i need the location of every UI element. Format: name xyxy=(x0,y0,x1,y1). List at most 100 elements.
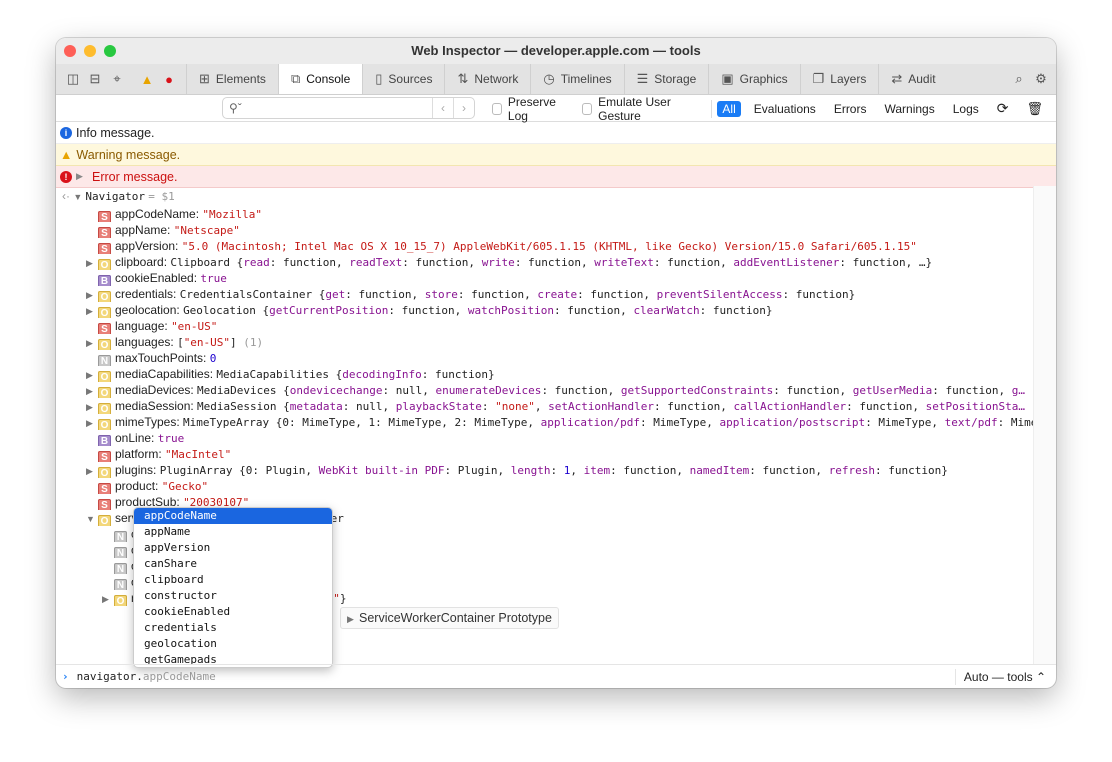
title-bar: Web Inspector — developer.apple.com — to… xyxy=(56,38,1056,64)
disclosure-triangle-icon[interactable]: ▶ xyxy=(86,335,98,350)
value-token: setPositionSta… xyxy=(925,400,1025,413)
autocomplete-item[interactable]: appCodeName xyxy=(134,508,332,524)
disclosure-triangle-icon[interactable]: ▶ xyxy=(86,255,98,270)
error-count-icon[interactable]: ● xyxy=(158,64,180,94)
property-row-onLine[interactable]: BonLine: true xyxy=(86,430,1033,446)
dock-bottom-icon[interactable]: ⊟ xyxy=(84,64,106,94)
clear-log-trash-icon[interactable]: 🗑 xyxy=(1022,100,1049,118)
minimize-window-button[interactable] xyxy=(84,45,96,57)
scrollbar[interactable] xyxy=(1033,186,1056,664)
reload-icon[interactable]: ⟳ xyxy=(992,99,1014,118)
root-alias: = $1 xyxy=(148,190,175,203)
inspect-element-icon[interactable]: ⌖ xyxy=(106,64,128,94)
dock-side-icon[interactable]: ◫ xyxy=(62,64,84,94)
search-icon[interactable]: ⌕ xyxy=(1008,64,1030,94)
value-token: MediaSession { xyxy=(197,400,290,413)
tab-audit[interactable]: ⇄ Audit xyxy=(878,64,947,94)
previous-match-button[interactable]: ‹ xyxy=(432,98,453,118)
console-search-input[interactable]: ⚲ˇ ‹ › xyxy=(222,97,475,119)
property-row-language[interactable]: Slanguage: "en-US" xyxy=(86,318,1033,334)
filter-logs[interactable]: Logs xyxy=(948,101,984,117)
autocomplete-item[interactable]: cookieEnabled xyxy=(134,604,332,620)
tab-storage[interactable]: ☰ Storage xyxy=(623,64,709,94)
type-badge-B: B xyxy=(98,435,111,446)
disclosure-triangle-icon[interactable]: ▼ xyxy=(86,511,98,526)
value-token: Clipboard { xyxy=(170,256,244,269)
property-row-plugins[interactable]: ▶ Oplugins: PluginArray {0: Plugin, WebKi… xyxy=(86,462,1033,478)
disclosure-triangle-icon[interactable]: ▶ xyxy=(86,367,98,382)
type-badge-N: N xyxy=(114,547,127,558)
property-value: "Netscape" xyxy=(174,224,240,237)
property-row-appVersion[interactable]: SappVersion: "5.0 (Macintosh; Intel Mac … xyxy=(86,238,1033,254)
value-token: MimeTypeArray {0: MimeType, 1: MimeType,… xyxy=(183,416,541,429)
property-row-geolocation[interactable]: ▶ Ogeolocation: Geolocation {getCurrentPo… xyxy=(86,302,1033,318)
property-name: language xyxy=(115,319,165,333)
property-row-platform[interactable]: Splatform: "MacIntel" xyxy=(86,446,1033,462)
autocomplete-item[interactable]: geolocation xyxy=(134,636,332,652)
property-row-cookieEnabled[interactable]: BcookieEnabled: true xyxy=(86,270,1033,286)
tab-graphics[interactable]: ▣ Graphics xyxy=(708,64,799,94)
value-token: application/postscript xyxy=(719,416,866,429)
property-value: true xyxy=(158,432,185,445)
prompt-input-text[interactable]: navigator. xyxy=(77,670,143,683)
tab-console[interactable]: ⧉ Console xyxy=(277,64,363,94)
value-token: ondevicechange xyxy=(289,384,383,397)
property-row-appName[interactable]: SappName: "Netscape" xyxy=(86,222,1033,238)
autocomplete-item[interactable]: canShare xyxy=(134,556,332,572)
autocomplete-item[interactable]: clipboard xyxy=(134,572,332,588)
type-badge-S: S xyxy=(98,211,111,222)
property-row-product[interactable]: Sproduct: "Gecko" xyxy=(86,478,1033,494)
navigator-root[interactable]: ‹· ▼ Navigator = $1 xyxy=(62,188,1033,204)
property-row-mediaCapabilities[interactable]: ▶ OmediaCapabilities: MediaCapabilities {… xyxy=(86,366,1033,382)
preserve-log-checkbox[interactable]: Preserve Log xyxy=(492,95,564,123)
web-inspector-window: Web Inspector — developer.apple.com — to… xyxy=(56,38,1056,688)
disclosure-triangle-icon[interactable]: ▶ xyxy=(86,383,98,398)
execution-context-selector[interactable]: Auto — tools ⌃ xyxy=(954,669,1046,685)
filter-evaluations[interactable]: Evaluations xyxy=(749,101,821,117)
disclosure-triangle-icon[interactable]: ▼ xyxy=(73,189,85,204)
tab-timelines[interactable]: ◷ Timelines xyxy=(530,64,623,94)
filter-warnings[interactable]: Warnings xyxy=(879,101,939,117)
property-row-appCodeName[interactable]: SappCodeName: "Mozilla" xyxy=(86,206,1033,222)
disclosure-triangle-icon[interactable]: ▶ xyxy=(76,171,88,182)
disclosure-triangle-icon[interactable]: ▶ xyxy=(86,415,98,430)
property-row-languages[interactable]: ▶ Olanguages: ["en-US"] (1) xyxy=(86,334,1033,350)
autocomplete-item[interactable]: credentials xyxy=(134,620,332,636)
property-row-maxTouchPoints[interactable]: NmaxTouchPoints: 0 xyxy=(86,350,1033,366)
autocomplete-item[interactable]: constructor xyxy=(134,588,332,604)
value-token: : function, xyxy=(388,304,468,317)
emulate-user-gesture-checkbox[interactable]: Emulate User Gesture xyxy=(582,95,692,123)
close-window-button[interactable] xyxy=(64,45,76,57)
value-token: : null, xyxy=(342,400,396,413)
zoom-window-button[interactable] xyxy=(104,45,116,57)
filter-errors[interactable]: Errors xyxy=(829,101,872,117)
property-row-mediaDevices[interactable]: ▶ OmediaDevices: MediaDevices {ondevicech… xyxy=(86,382,1033,398)
autocomplete-item[interactable]: appVersion xyxy=(134,540,332,556)
type-badge-N: N xyxy=(114,579,127,590)
settings-gear-icon[interactable]: ⚙ xyxy=(1030,64,1052,94)
value-token: true xyxy=(157,432,185,445)
info-message-text: Info message. xyxy=(76,125,155,140)
type-badge-O: O xyxy=(98,515,111,526)
warning-count-icon[interactable]: ▲ xyxy=(136,64,158,94)
tab-elements[interactable]: ⊞ Elements xyxy=(186,64,278,94)
property-row-mimeTypes[interactable]: ▶ OmimeTypes: MimeTypeArray {0: MimeType,… xyxy=(86,414,1033,430)
error-message[interactable]: ! ▶ Error message. xyxy=(56,166,1056,188)
prototype-button[interactable]: ▶ ServiceWorkerContainer Prototype xyxy=(340,607,559,629)
property-row-credentials[interactable]: ▶ Ocredentials: CredentialsContainer {get… xyxy=(86,286,1033,302)
disclosure-triangle-icon[interactable]: ▶ xyxy=(102,591,114,606)
tab-sources[interactable]: ▯ Sources xyxy=(362,64,444,94)
tab-network[interactable]: ⇅ Network xyxy=(444,64,530,94)
filter-all[interactable]: All xyxy=(717,100,741,117)
autocomplete-item[interactable]: appName xyxy=(134,524,332,540)
value-token: write xyxy=(481,256,515,269)
tab-layers[interactable]: ❐ Layers xyxy=(799,64,879,94)
disclosure-triangle-icon[interactable]: ▶ xyxy=(86,287,98,302)
disclosure-triangle-icon[interactable]: ▶ xyxy=(86,303,98,318)
console-prompt[interactable]: › navigator. appCodeName Auto — tools ⌃ xyxy=(56,664,1056,688)
property-row-clipboard[interactable]: ▶ Oclipboard: Clipboard {read: function, … xyxy=(86,254,1033,270)
disclosure-triangle-icon[interactable]: ▶ xyxy=(86,399,98,414)
property-row-mediaSession[interactable]: ▶ OmediaSession: MediaSession {metadata: … xyxy=(86,398,1033,414)
disclosure-triangle-icon[interactable]: ▶ xyxy=(86,463,98,478)
next-match-button[interactable]: › xyxy=(453,98,474,118)
